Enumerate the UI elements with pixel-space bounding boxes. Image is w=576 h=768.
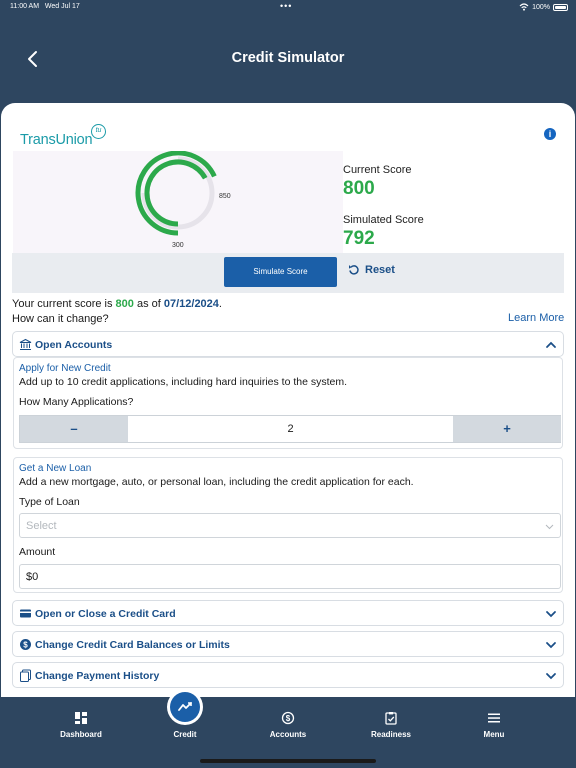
reset-label: Reset [365, 264, 395, 276]
status-bar: 11:00 AM Wed Jul 17 ••• 100% [0, 0, 576, 16]
accordion-label: Open Accounts [35, 339, 113, 351]
gauge-graphic: 850 300 [135, 151, 231, 249]
tab-accounts[interactable]: $ Accounts [243, 711, 333, 739]
gauge-min-label: 300 [172, 242, 184, 249]
menu-icon [488, 713, 500, 723]
applications-label: How Many Applications? [19, 396, 134, 408]
tab-label: Accounts [269, 730, 307, 739]
loan-type-label: Type of Loan [19, 496, 80, 508]
loan-type-placeholder: Select [26, 520, 57, 532]
tab-credit[interactable]: Credit [140, 730, 230, 739]
clipboard-check-icon [385, 712, 397, 725]
accordion-balances-limits[interactable]: $ Change Credit Card Balances or Limits [12, 631, 564, 657]
header: Credit Simulator [0, 40, 576, 76]
gauge-track [141, 156, 215, 230]
applications-value[interactable]: 2 [128, 416, 453, 442]
multitask-dots-icon[interactable]: ••• [280, 1, 292, 11]
gauge-max-label: 850 [219, 193, 231, 200]
new-loan-panel: Get a New Loan Add a new mortgage, auto,… [13, 457, 563, 593]
summary-score: 800 [115, 298, 134, 310]
wifi-icon [519, 3, 529, 11]
simulate-score-button[interactable]: Simulate Score [224, 257, 337, 287]
accounts-icon: $ [281, 711, 295, 725]
status-time: 11:00 AM Wed Jul 17 [10, 3, 80, 10]
tab-label: Menu [483, 730, 505, 739]
accordion-label: Change Payment History [35, 670, 160, 682]
amount-input[interactable]: $0 [19, 564, 561, 589]
credit-card-icon [20, 609, 31, 618]
status-right: 100% [519, 3, 568, 11]
current-score-label: Current Score [343, 164, 412, 176]
current-score-value: 800 [343, 178, 375, 199]
bottom-tab-bar: Dashboard Credit $ Accounts Readiness Me… [0, 689, 576, 768]
transunion-logo: TransUnion tu [20, 124, 110, 150]
svg-text:$: $ [286, 714, 291, 723]
accordion-label: Open or Close a Credit Card [35, 608, 176, 620]
loan-type-select[interactable]: Select [19, 513, 561, 538]
score-summary: Your current score is 800 as of 07/12/20… [12, 298, 222, 325]
summary-date: 07/12/2024 [163, 298, 219, 310]
tab-label: Readiness [370, 730, 412, 739]
accordion-label: Change Credit Card Balances or Limits [35, 639, 230, 651]
chevron-down-icon [546, 611, 556, 618]
battery-icon [553, 3, 568, 11]
amount-value: $0 [26, 571, 39, 583]
home-indicator [200, 759, 376, 763]
chevron-down-icon [546, 642, 556, 649]
chevron-down-icon [545, 524, 554, 530]
chevron-up-icon [546, 341, 556, 348]
svg-text:$: $ [23, 640, 28, 649]
simulated-score-label: Simulated Score [343, 214, 424, 226]
decrement-button[interactable]: – [20, 416, 128, 442]
simulated-score-value: 792 [343, 228, 375, 249]
logo-badge: tu [91, 124, 106, 139]
gauge-simulated-arc [144, 159, 208, 227]
dashboard-icon [75, 712, 87, 724]
credit-tab-circle[interactable] [167, 689, 203, 725]
documents-icon [20, 669, 31, 682]
new-credit-title: Apply for New Credit [19, 363, 111, 374]
applications-stepper: – 2 + [19, 415, 561, 443]
accordion-open-accounts[interactable]: Open Accounts [12, 331, 564, 357]
increment-button[interactable]: + [453, 416, 561, 442]
new-credit-panel: Apply for New Credit Add up to 10 credit… [13, 357, 563, 449]
dollar-icon: $ [20, 639, 31, 650]
reset-button[interactable]: Reset [348, 264, 395, 276]
tab-menu[interactable]: Menu [449, 711, 539, 739]
tab-label: Credit [173, 730, 197, 739]
logo-text: TransUnion [20, 132, 93, 148]
info-icon[interactable]: i [544, 128, 556, 140]
trend-icon [170, 692, 200, 722]
simulate-bar: Simulate Score Reset [12, 253, 564, 293]
accordion-open-close-card[interactable]: Open or Close a Credit Card [12, 600, 564, 626]
battery-percent: 100% [532, 3, 550, 11]
new-loan-description: Add a new mortgage, auto, or personal lo… [19, 476, 414, 488]
amount-label: Amount [19, 546, 56, 558]
tab-dashboard[interactable]: Dashboard [36, 711, 126, 739]
tab-readiness[interactable]: Readiness [346, 711, 436, 739]
page-title: Credit Simulator [231, 50, 345, 66]
simulator-card: TransUnion tu i 850 300 Current Score 80… [1, 103, 575, 697]
bank-icon [19, 338, 32, 350]
summary-question: How can it change? [12, 313, 109, 325]
reset-icon [349, 265, 359, 275]
tab-label: Dashboard [60, 730, 102, 739]
new-credit-description: Add up to 10 credit applications, includ… [19, 376, 348, 388]
accordion-payment-history[interactable]: Change Payment History [12, 662, 564, 688]
score-gauge: 850 300 [13, 151, 343, 253]
chevron-down-icon [546, 673, 556, 680]
new-loan-title: Get a New Loan [19, 463, 92, 474]
learn-more-link[interactable]: Learn More [508, 312, 564, 324]
